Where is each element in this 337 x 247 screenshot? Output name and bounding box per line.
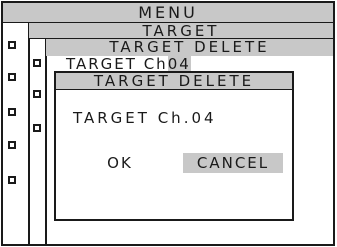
ok-button[interactable]: OK: [98, 153, 142, 173]
menu-item-checkbox-2[interactable]: [8, 73, 16, 81]
level2-divider: [45, 39, 47, 245]
menu-item-checkbox-4[interactable]: [8, 141, 16, 149]
confirm-dialog: [54, 71, 294, 221]
menu-title: MENU: [3, 3, 333, 23]
target-delete-menu-title: TARGET DELETE: [46, 39, 333, 56]
menu-item-checkbox-5[interactable]: [8, 176, 16, 184]
target-item-checkbox-1[interactable]: [33, 59, 41, 67]
menu-item-checkbox-3[interactable]: [8, 108, 16, 116]
level1-divider: [28, 23, 30, 245]
target-item-checkbox-2[interactable]: [33, 90, 41, 98]
dialog-message: TARGET Ch.04: [73, 109, 217, 127]
target-item-checkbox-3[interactable]: [33, 124, 41, 132]
menu-item-checkbox-1[interactable]: [8, 41, 16, 49]
target-menu-title: TARGET: [29, 23, 333, 39]
dialog-title: TARGET DELETE: [56, 73, 292, 90]
cancel-button[interactable]: CANCEL: [183, 153, 283, 173]
